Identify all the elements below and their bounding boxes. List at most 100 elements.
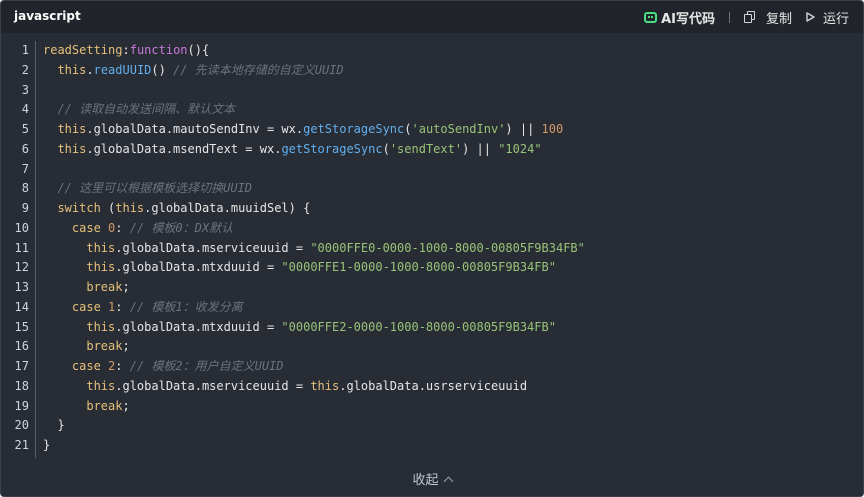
ai-robot-icon xyxy=(644,11,658,23)
code-text: switch (this.globalData.muuidSel) { xyxy=(43,199,310,219)
line-number: 17 xyxy=(14,359,29,373)
code-text: case 0: // 模板0：DX默认 xyxy=(43,219,233,239)
line-number: 7 xyxy=(21,161,29,176)
collapse-toggle[interactable]: 收起 xyxy=(1,469,863,488)
code-token: this xyxy=(43,319,116,334)
code-token: // 读取自动发送间隔、默认文本 xyxy=(43,102,236,117)
code-token: break xyxy=(43,280,123,294)
code-line: 12 this.globalData.mtxduuid = "0000FFE1-… xyxy=(1,258,863,278)
code-token: switch xyxy=(43,201,101,215)
line-number: 21 xyxy=(14,438,29,452)
code-text: // 读取自动发送间隔、默认文本 xyxy=(43,100,235,120)
chevron-up-icon xyxy=(443,476,453,487)
code-line: 5 this.globalData.mautoSendInv = wx.getS… xyxy=(1,120,863,140)
code-token: ; xyxy=(122,280,130,294)
line-number: 4 xyxy=(21,102,29,117)
collapse-label: 收起 xyxy=(412,473,439,488)
code-token: this xyxy=(310,378,340,393)
code-actions: AI写代码 复制 运行 xyxy=(644,7,849,27)
line-number: 6 xyxy=(21,141,29,156)
code-token: ; xyxy=(122,398,130,413)
code-text: this.globalData.msendText = wx.getStorag… xyxy=(43,140,542,160)
code-token: .globalData.mserviceuuid = xyxy=(115,240,311,255)
code-area[interactable]: 1 readSetting:function(){2 this.readUUID(… xyxy=(1,41,863,456)
code-token: .globalData.mtxduuid = xyxy=(115,260,282,275)
code-token: case xyxy=(43,220,101,235)
code-block: javascript AI写代码 复制 运行 1 readSetting:func… xyxy=(0,0,864,497)
code-token: "1024" xyxy=(498,141,542,156)
code-token: case xyxy=(43,299,101,314)
code-token: case xyxy=(43,359,101,373)
code-token: break xyxy=(43,339,123,354)
code-text: // 这里可以根据模板选择切换UUID xyxy=(43,179,252,199)
code-text: } xyxy=(43,436,50,456)
run-button[interactable]: 运行 xyxy=(806,8,849,27)
code-token: .globalData.mserviceuuid = xyxy=(115,378,311,393)
code-line: 19 break; xyxy=(1,397,863,417)
line-number: 8 xyxy=(21,181,29,196)
code-token: break xyxy=(43,398,123,413)
copy-button[interactable]: 复制 xyxy=(743,8,792,27)
line-number: 5 xyxy=(21,122,29,136)
code-token: .globalData.usrserviceuuid xyxy=(339,378,528,393)
copy-label: 复制 xyxy=(765,11,792,27)
code-line: 6 this.globalData.msendText = wx.getStor… xyxy=(1,140,863,160)
code-token: .globalData.msendText = wx. xyxy=(86,141,282,156)
code-token: // 模板1：收发分离 xyxy=(129,299,243,314)
line-number: 3 xyxy=(21,82,29,97)
code-text: break; xyxy=(43,337,130,357)
code-token: this xyxy=(43,122,87,136)
code-line: 1 readSetting:function(){ xyxy=(1,41,863,61)
code-token: ) || xyxy=(462,141,499,156)
code-line: 13 break; xyxy=(1,278,863,298)
code-token: // 模板0：DX默认 xyxy=(129,220,234,235)
code-token: : xyxy=(115,299,130,314)
code-text: this.globalData.mserviceuuid = this.glob… xyxy=(43,377,527,397)
code-token: // 先读本地存储的自定义UUID xyxy=(173,62,344,77)
code-text: this.globalData.mserviceuuid = "0000FFE0… xyxy=(43,239,585,259)
line-number: 14 xyxy=(14,299,29,314)
code-line: 9 switch (this.globalData.muuidSel) { xyxy=(1,199,863,219)
code-line: 16 break; xyxy=(1,337,863,357)
code-token: 'autoSendInv' xyxy=(411,122,506,136)
code-line: 3 xyxy=(1,81,863,101)
code-text: break; xyxy=(43,278,130,298)
code-token: : xyxy=(115,359,130,373)
code-line: 2 this.readUUID() // 先读本地存储的自定义UUID xyxy=(1,61,863,81)
line-number: 18 xyxy=(14,378,29,393)
code-token: readSetting xyxy=(43,43,123,57)
code-token: "0000FFE1-0000-1000-8000-00805F9B34FB" xyxy=(281,260,556,275)
code-token: ; xyxy=(122,339,130,354)
code-line: 11 this.globalData.mserviceuuid = "0000F… xyxy=(1,239,863,259)
line-number: 16 xyxy=(14,339,29,354)
code-token: this xyxy=(43,240,116,255)
code-token: } xyxy=(43,418,65,433)
code-text: case 2: // 模板2：用户自定义UUID xyxy=(43,357,284,377)
code-line: 15 this.globalData.mtxduuid = "0000FFE2-… xyxy=(1,318,863,338)
code-token: ( xyxy=(100,201,116,215)
code-header: javascript AI写代码 复制 运行 xyxy=(1,1,863,33)
code-token: // 这里可以根据模板选择切换UUID xyxy=(43,181,253,196)
code-text: this.globalData.mautoSendInv = wx.getSto… xyxy=(43,120,563,140)
line-number: 2 xyxy=(21,62,29,77)
code-token: . xyxy=(86,62,94,77)
code-token: : xyxy=(122,43,130,57)
code-token: ) || xyxy=(505,122,542,136)
language-label: javascript xyxy=(14,9,81,23)
code-token: function xyxy=(129,43,188,57)
code-token: this xyxy=(43,62,87,77)
code-token: .globalData.mtxduuid = xyxy=(115,319,282,334)
line-number: 10 xyxy=(14,220,29,235)
code-token: 100 xyxy=(541,122,564,136)
code-text: this.globalData.mtxduuid = "0000FFE1-000… xyxy=(43,258,556,278)
code-token: } xyxy=(43,438,51,452)
code-text: } xyxy=(43,416,65,436)
line-number: 19 xyxy=(14,398,29,413)
line-number: 13 xyxy=(14,280,29,294)
ai-code-button[interactable]: AI写代码 xyxy=(644,8,715,27)
ai-code-label: AI写代码 xyxy=(661,11,715,27)
line-number: 1 xyxy=(21,43,29,57)
